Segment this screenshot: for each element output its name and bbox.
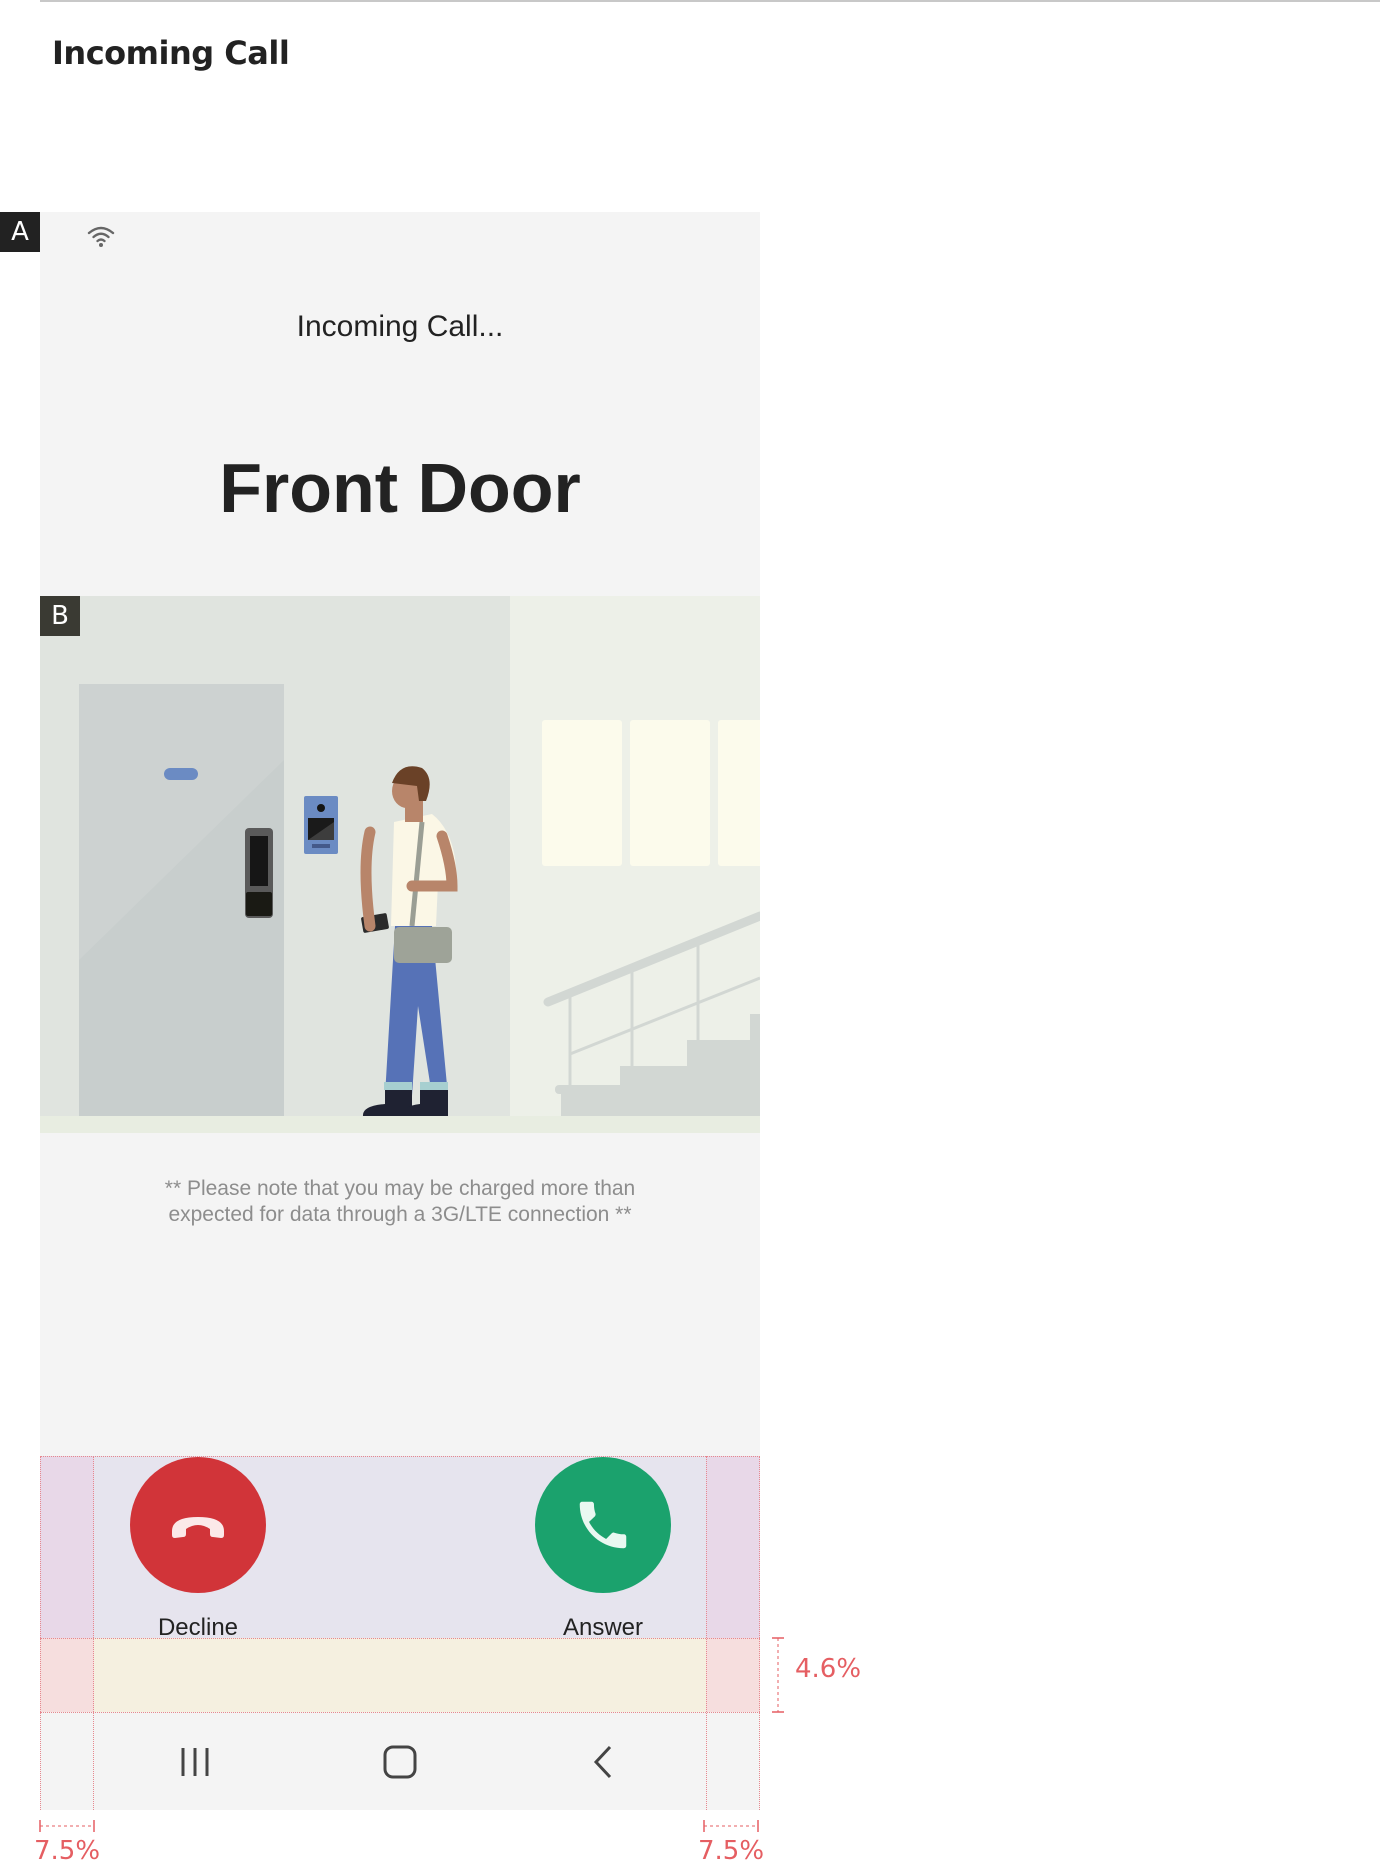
notice-line-1: ** Please note that you may be charged m…: [164, 1177, 636, 1200]
left-gap-margin: [40, 1638, 94, 1712]
left-margin-label: 7.5%: [34, 1836, 101, 1866]
system-nav-bar: [40, 1712, 760, 1810]
recents-icon: [181, 1748, 209, 1776]
decline-button[interactable]: [130, 1457, 266, 1593]
caller-name: Front Door: [219, 449, 581, 527]
answer-button[interactable]: [535, 1457, 671, 1593]
gap-percent-label: 4.6%: [795, 1654, 862, 1684]
label-tag-b: B: [40, 596, 80, 636]
phone-icon: [579, 1501, 627, 1549]
right-margin-bracket: [703, 1820, 759, 1832]
notice-line-2: expected for data through a 3G/LTE conne…: [168, 1203, 632, 1226]
right-margin-area: [706, 1456, 760, 1638]
decline-label: Decline: [157, 1614, 239, 1641]
guide-line: [40, 1456, 760, 1457]
data-charge-notice: ** Please note that you may be charged m…: [150, 1176, 650, 1228]
right-gap-margin: [706, 1638, 760, 1712]
recents-button[interactable]: [160, 1732, 230, 1792]
back-icon: [593, 1745, 612, 1779]
left-margin-bracket: [39, 1820, 95, 1832]
home-button[interactable]: [365, 1732, 435, 1792]
phone-hangup-icon: [172, 1517, 224, 1538]
call-status-text: Incoming Call...: [296, 310, 504, 343]
back-button[interactable]: [569, 1732, 639, 1792]
bottom-gap-zone: [40, 1638, 760, 1712]
label-tag-a: A: [0, 212, 40, 252]
left-margin-area: [40, 1456, 94, 1638]
page-heading: Incoming Call: [52, 34, 290, 72]
front-door-illustration: [40, 596, 760, 1133]
gap-measure-bracket: [772, 1637, 784, 1713]
top-divider: [40, 0, 1380, 2]
wifi-icon: [87, 226, 115, 247]
home-icon: [383, 1745, 417, 1779]
answer-label: Answer: [562, 1614, 644, 1641]
phone-screen: Incoming Call... Front Door ** Please no…: [40, 212, 760, 1810]
right-margin-label: 7.5%: [698, 1836, 765, 1866]
